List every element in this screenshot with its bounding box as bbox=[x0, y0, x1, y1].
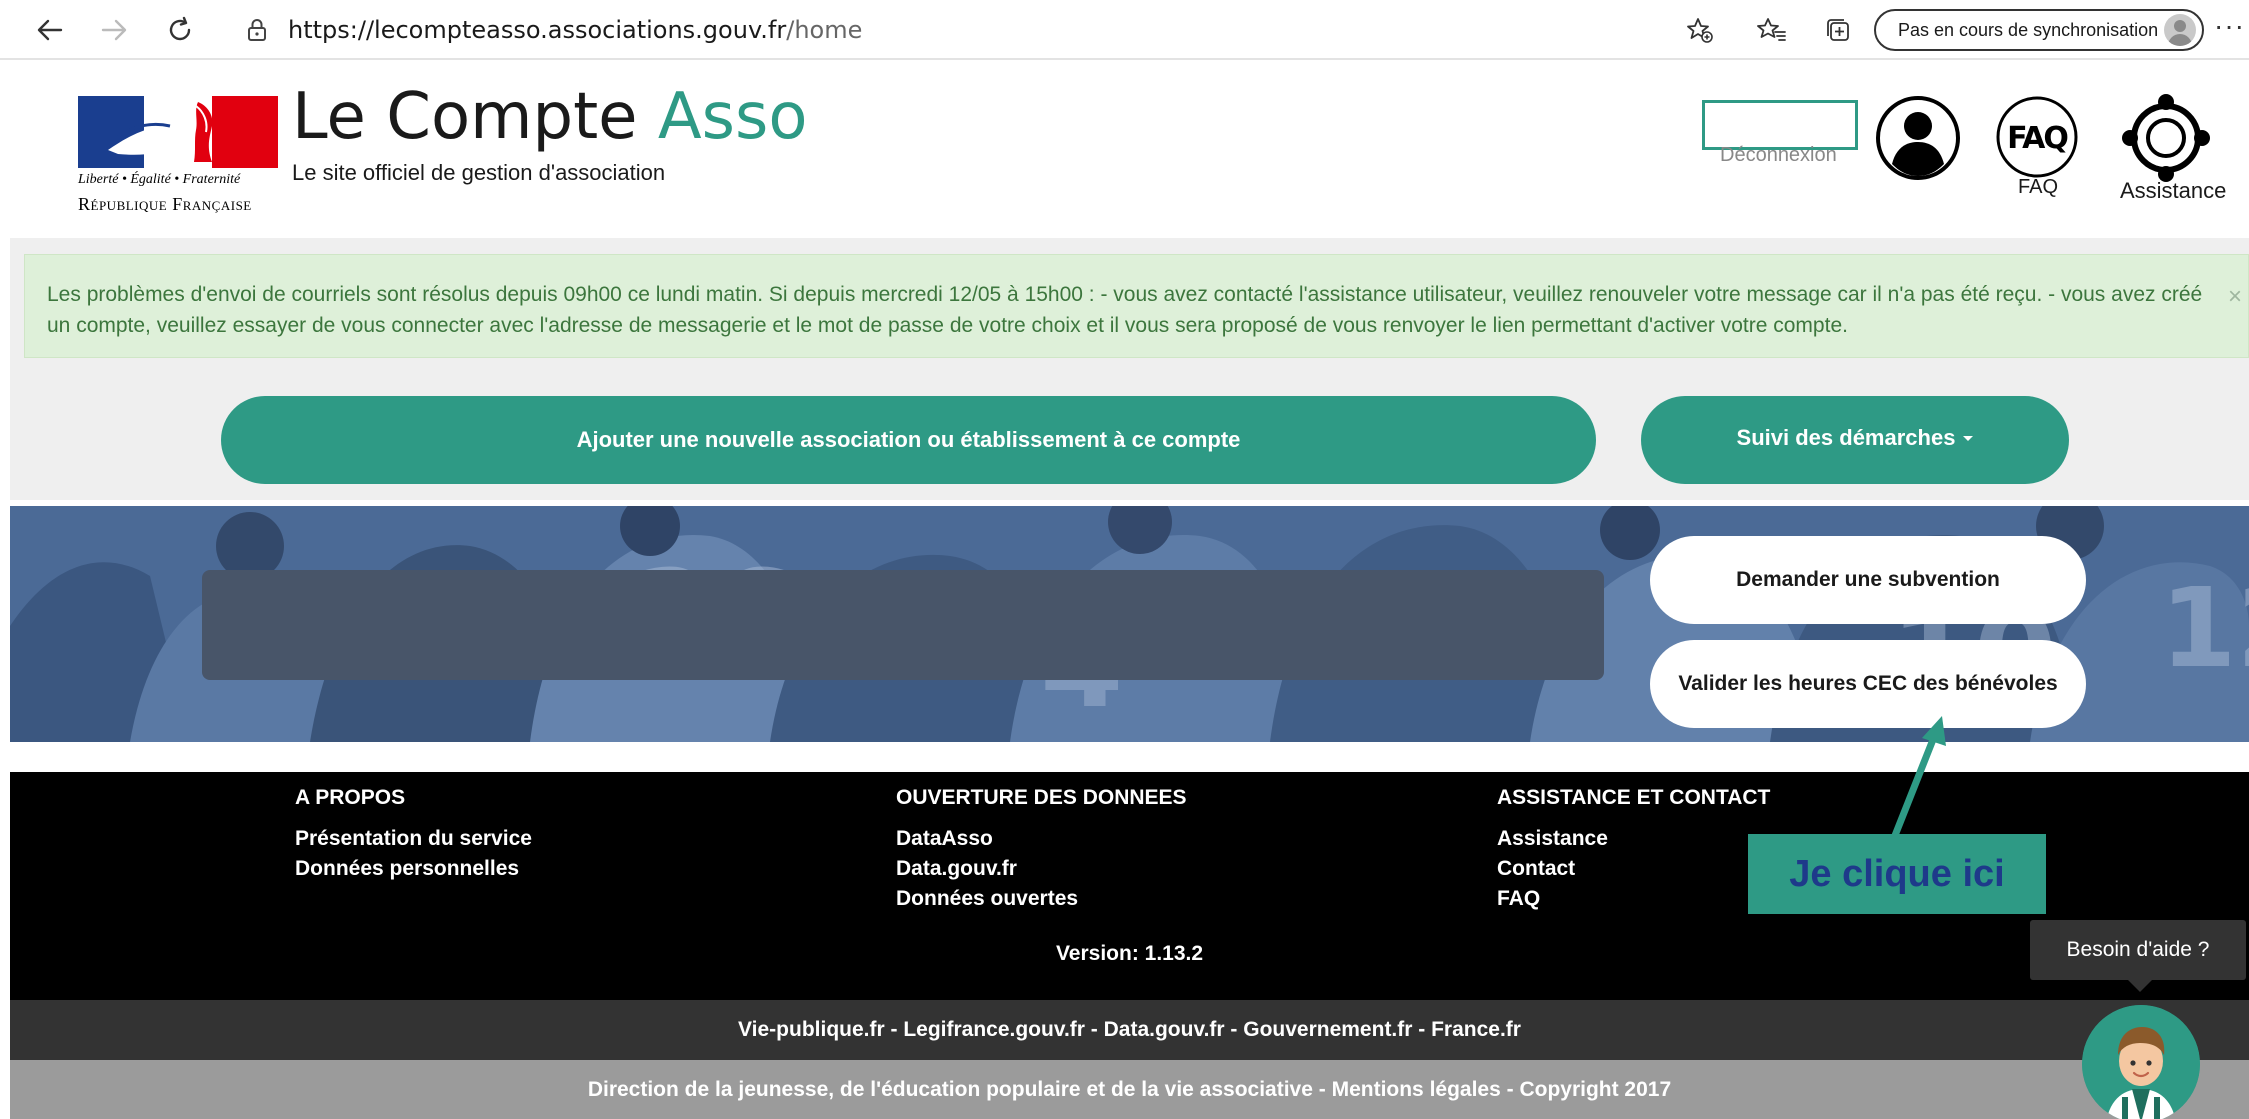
site-title-accent: Asso bbox=[657, 80, 808, 154]
add-favorite-icon[interactable] bbox=[1680, 10, 1720, 50]
footer-col-assistance: ASSISTANCE ET CONTACT Assistance Contact… bbox=[1497, 786, 1770, 914]
valider-heures-cec-button[interactable]: Valider les heures CEC des bénévoles bbox=[1650, 640, 2086, 728]
footer-link-presentation[interactable]: Présentation du service bbox=[295, 824, 532, 854]
add-association-label: Ajouter une nouvelle association ou étab… bbox=[576, 427, 1241, 452]
url-host: https://lecompteasso.associations.gouv.f… bbox=[288, 16, 787, 44]
help-chat-avatar-icon[interactable] bbox=[2082, 1005, 2200, 1119]
footer-link-assistance[interactable]: Assistance bbox=[1497, 824, 1770, 854]
address-bar[interactable]: https://lecompteasso.associations.gouv.f… bbox=[222, 8, 1672, 52]
site-title[interactable]: Le Compte Asso bbox=[292, 80, 808, 154]
version-label: Version: 1.13.2 bbox=[1055, 942, 1204, 965]
svg-text:FAQ: FAQ bbox=[2007, 121, 2067, 156]
faq-icon[interactable]: FAQ bbox=[1994, 94, 2080, 180]
footer-col-a-propos: A PROPOS Présentation du service Données… bbox=[295, 786, 532, 884]
assistance-label[interactable]: Assistance bbox=[2120, 178, 2226, 204]
browser-toolbar: https://lecompteasso.associations.gouv.f… bbox=[0, 0, 2249, 60]
main-content: Les problèmes d'envoi de courriels sont … bbox=[10, 238, 2249, 500]
logo-devise: Liberté • Égalité • Fraternité bbox=[78, 172, 241, 187]
alert-text: Les problèmes d'envoi de courriels sont … bbox=[47, 283, 2203, 337]
footer-link-donnees-personnelles[interactable]: Données personnelles bbox=[295, 854, 532, 884]
footer-link-faq[interactable]: FAQ bbox=[1497, 884, 1770, 914]
footer-link-dataasso[interactable]: DataAsso bbox=[896, 824, 1187, 854]
svg-text:12: 12 bbox=[2160, 564, 2249, 692]
site-subtitle: Le site officiel de gestion d'associatio… bbox=[292, 160, 666, 185]
suivi-demarches-dropdown[interactable]: Suivi des démarches bbox=[1641, 396, 2069, 484]
footer-link-datagouv[interactable]: Data.gouv.fr bbox=[896, 854, 1187, 884]
refresh-icon[interactable] bbox=[158, 8, 202, 52]
marianne-flag-icon bbox=[78, 96, 278, 168]
faq-label[interactable]: FAQ bbox=[2018, 176, 2058, 199]
sync-label: Pas en cours de synchronisation bbox=[1898, 19, 2159, 40]
footer-col-title: ASSISTANCE ET CONTACT bbox=[1497, 786, 1771, 809]
suivi-demarches-label: Suivi des démarches bbox=[1736, 425, 1956, 450]
more-options-icon[interactable]: ··· bbox=[2214, 10, 2245, 42]
deconnexion-button[interactable] bbox=[1702, 100, 1858, 150]
footer-col-ouverture: OUVERTURE DES DONNEES DataAsso Data.gouv… bbox=[896, 786, 1187, 914]
close-icon[interactable]: × bbox=[2228, 281, 2242, 312]
site-title-main: Le Compte bbox=[292, 80, 638, 154]
help-tooltip-arrow bbox=[2128, 980, 2152, 992]
help-tooltip[interactable]: Besoin d'aide ? bbox=[2030, 920, 2246, 980]
footer-link-donnees-ouvertes[interactable]: Données ouvertes bbox=[896, 884, 1187, 914]
hero-banner: 26 4 10 12 Demander une subvention Valid… bbox=[10, 506, 2249, 742]
forward-icon[interactable] bbox=[92, 8, 136, 52]
annotation-callout: Je clique ici bbox=[1748, 834, 2046, 914]
add-association-button[interactable]: Ajouter une nouvelle association ou étab… bbox=[221, 396, 1596, 484]
info-alert: Les problèmes d'envoi de courriels sont … bbox=[24, 254, 2249, 358]
annotation-arrow-icon bbox=[1890, 716, 1946, 842]
banner-overlay-panel bbox=[202, 570, 1604, 680]
assistance-lifebuoy-icon[interactable] bbox=[2122, 94, 2210, 182]
back-icon[interactable] bbox=[28, 8, 72, 52]
footer-col-title: A PROPOS bbox=[295, 786, 406, 809]
footer-col-title: OUVERTURE DES DONNEES bbox=[896, 786, 1187, 809]
footer-link-contact[interactable]: Contact bbox=[1497, 854, 1770, 884]
lock-icon[interactable] bbox=[244, 17, 270, 43]
profile-avatar-icon bbox=[2164, 14, 2196, 46]
deconnexion-label[interactable]: Déconnexion bbox=[1720, 144, 1837, 167]
profile-sync-button[interactable]: Pas en cours de synchronisation bbox=[1874, 9, 2204, 51]
legal-bar[interactable]: Direction de la jeunesse, de l'éducation… bbox=[10, 1060, 2249, 1119]
url-path: /home bbox=[786, 16, 863, 44]
caret-down-icon bbox=[1963, 435, 1974, 441]
user-account-icon[interactable] bbox=[1874, 94, 1962, 182]
gov-links-bar[interactable]: Vie-publique.fr - Legifrance.gouv.fr - D… bbox=[10, 1000, 2249, 1060]
demander-subvention-label: Demander une subvention bbox=[1736, 568, 2000, 591]
collections-icon[interactable] bbox=[1818, 10, 1858, 50]
site-header: Liberté • Égalité • Fraternité Républiqu… bbox=[10, 60, 2249, 238]
logo-republique: République Française bbox=[78, 194, 252, 214]
republique-francaise-logo[interactable]: Liberté • Égalité • Fraternité Républiqu… bbox=[68, 96, 282, 226]
valider-heures-cec-label: Valider les heures CEC des bénévoles bbox=[1678, 672, 2058, 695]
url-text[interactable]: https://lecompteasso.associations.gouv.f… bbox=[288, 16, 862, 44]
favorites-icon[interactable] bbox=[1752, 10, 1792, 50]
demander-subvention-button[interactable]: Demander une subvention bbox=[1650, 536, 2086, 624]
